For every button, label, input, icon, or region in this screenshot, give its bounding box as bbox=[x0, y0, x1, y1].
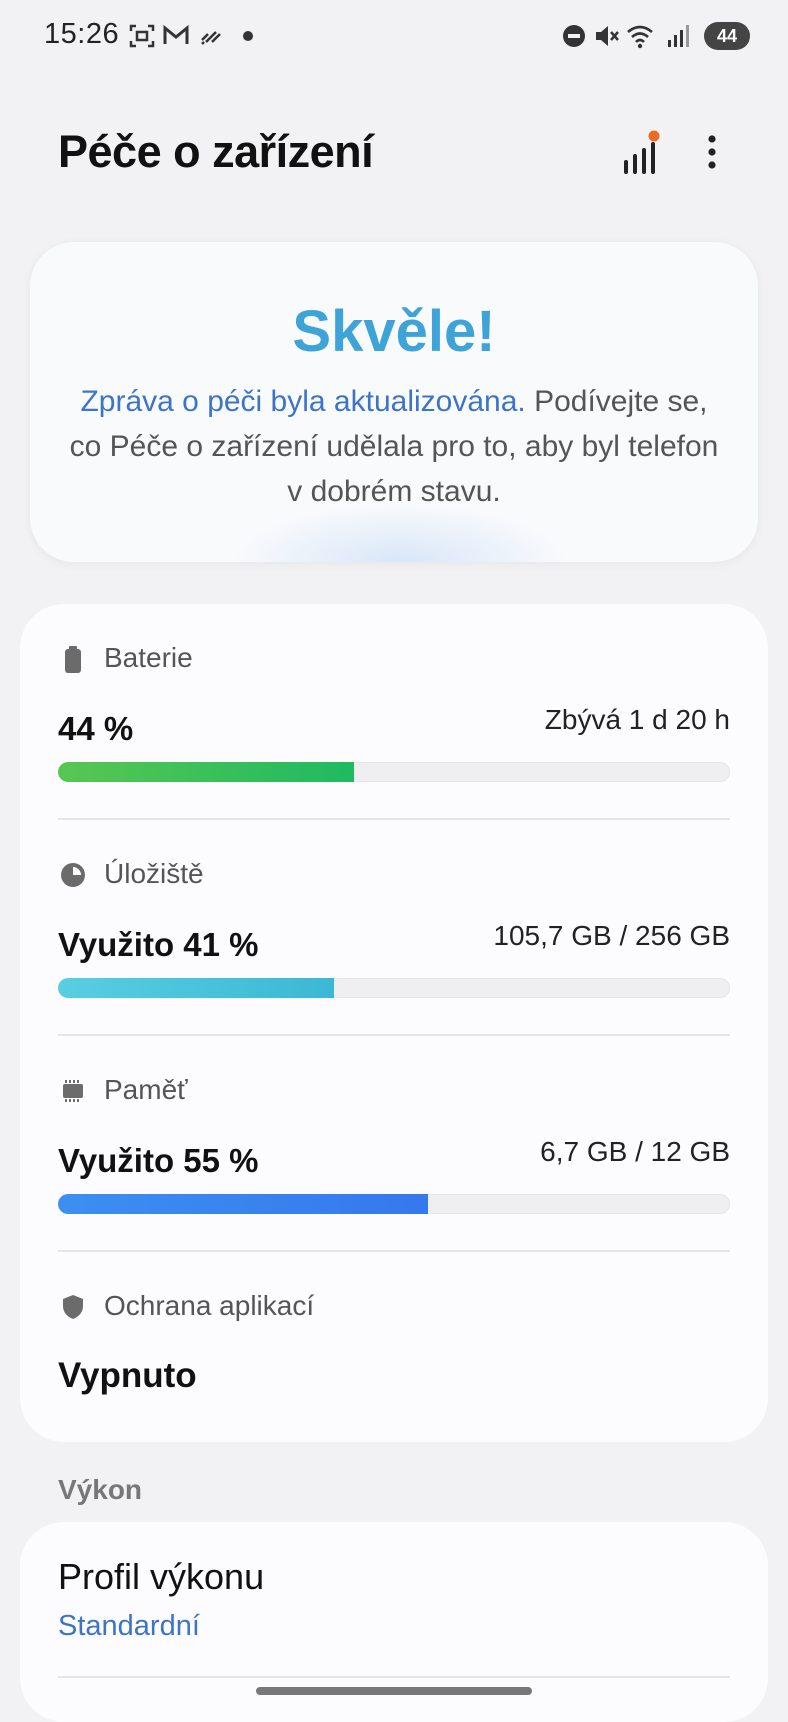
more-options-button[interactable] bbox=[690, 128, 734, 180]
page-title: Péče o zařízení bbox=[58, 126, 374, 177]
battery-indicator: 44 bbox=[704, 22, 750, 50]
gmail-icon bbox=[163, 24, 189, 44]
status-bar: 15:26 44 bbox=[0, 0, 788, 72]
battery-progress-track bbox=[58, 762, 730, 782]
storage-usage: 105,7 GB / 256 GB bbox=[493, 920, 730, 951]
app-protection-value: Vypnuto bbox=[58, 1356, 197, 1395]
divider bbox=[58, 1034, 730, 1036]
more-vert-icon bbox=[708, 135, 716, 169]
battery-remaining: Zbývá 1 d 20 h bbox=[544, 704, 730, 735]
memory-usage: 6,7 GB / 12 GB bbox=[540, 1136, 730, 1167]
care-report-link[interactable]: Zpráva o péči byla aktualizována. bbox=[80, 385, 525, 418]
summary-text: Zpráva o péči byla aktualizována. Podíve… bbox=[64, 379, 724, 514]
performance-profile-value: Standardní bbox=[58, 1610, 200, 1642]
storage-progress-fill bbox=[58, 978, 334, 998]
screenshot-icon bbox=[129, 24, 155, 48]
memory-label: Paměť bbox=[104, 1074, 188, 1105]
app-header: Péče o zařízení bbox=[0, 100, 788, 210]
status-time: 15:26 bbox=[44, 18, 120, 50]
battery-value: 44 % bbox=[58, 710, 134, 747]
performance-profile-title: Profil výkonu bbox=[58, 1556, 265, 1597]
storage-label: Úložiště bbox=[104, 858, 204, 889]
stylus-icon bbox=[201, 31, 221, 45]
report-button[interactable] bbox=[616, 128, 668, 180]
status-summary-card: Skvěle! Zpráva o péči byla aktualizována… bbox=[30, 242, 758, 562]
wifi-icon bbox=[627, 25, 653, 49]
performance-section-header: Výkon bbox=[58, 1474, 143, 1505]
storage-section[interactable]: Úložiště Využito 41 % 105,7 GB / 256 GB bbox=[58, 858, 730, 1028]
memory-progress-track bbox=[58, 1194, 730, 1214]
device-status-card: Baterie 44 % Zbývá 1 d 20 h Úložiště Vyu… bbox=[20, 604, 768, 1442]
battery-section[interactable]: Baterie 44 % Zbývá 1 d 20 h bbox=[58, 642, 730, 812]
pie-chart-icon bbox=[61, 863, 85, 887]
memory-section[interactable]: Paměť Využito 55 % 6,7 GB / 12 GB bbox=[58, 1074, 730, 1244]
home-indicator[interactable] bbox=[256, 1687, 532, 1695]
bar-chart-icon bbox=[624, 130, 660, 174]
signal-icon bbox=[668, 25, 689, 47]
app-protection-label: Ochrana aplikací bbox=[104, 1290, 315, 1321]
summary-heading: Skvěle! bbox=[292, 299, 496, 364]
mute-icon bbox=[596, 26, 619, 46]
battery-progress-fill bbox=[58, 762, 354, 782]
memory-progress-fill bbox=[58, 1194, 428, 1214]
storage-value: Využito 41 % bbox=[58, 926, 259, 963]
storage-progress-track bbox=[58, 978, 730, 998]
battery-icon bbox=[65, 646, 81, 673]
divider bbox=[58, 1250, 730, 1252]
battery-label: Baterie bbox=[104, 642, 193, 673]
memory-chip-icon bbox=[63, 1080, 83, 1102]
memory-value: Využito 55 % bbox=[58, 1142, 259, 1179]
shield-icon bbox=[63, 1295, 83, 1319]
divider bbox=[58, 1676, 730, 1678]
dot-icon bbox=[243, 31, 253, 41]
do-not-disturb-icon bbox=[563, 25, 585, 47]
notification-dot bbox=[648, 130, 660, 142]
divider bbox=[58, 818, 730, 820]
app-protection-section[interactable]: Ochrana aplikací Vypnuto bbox=[58, 1290, 730, 1420]
